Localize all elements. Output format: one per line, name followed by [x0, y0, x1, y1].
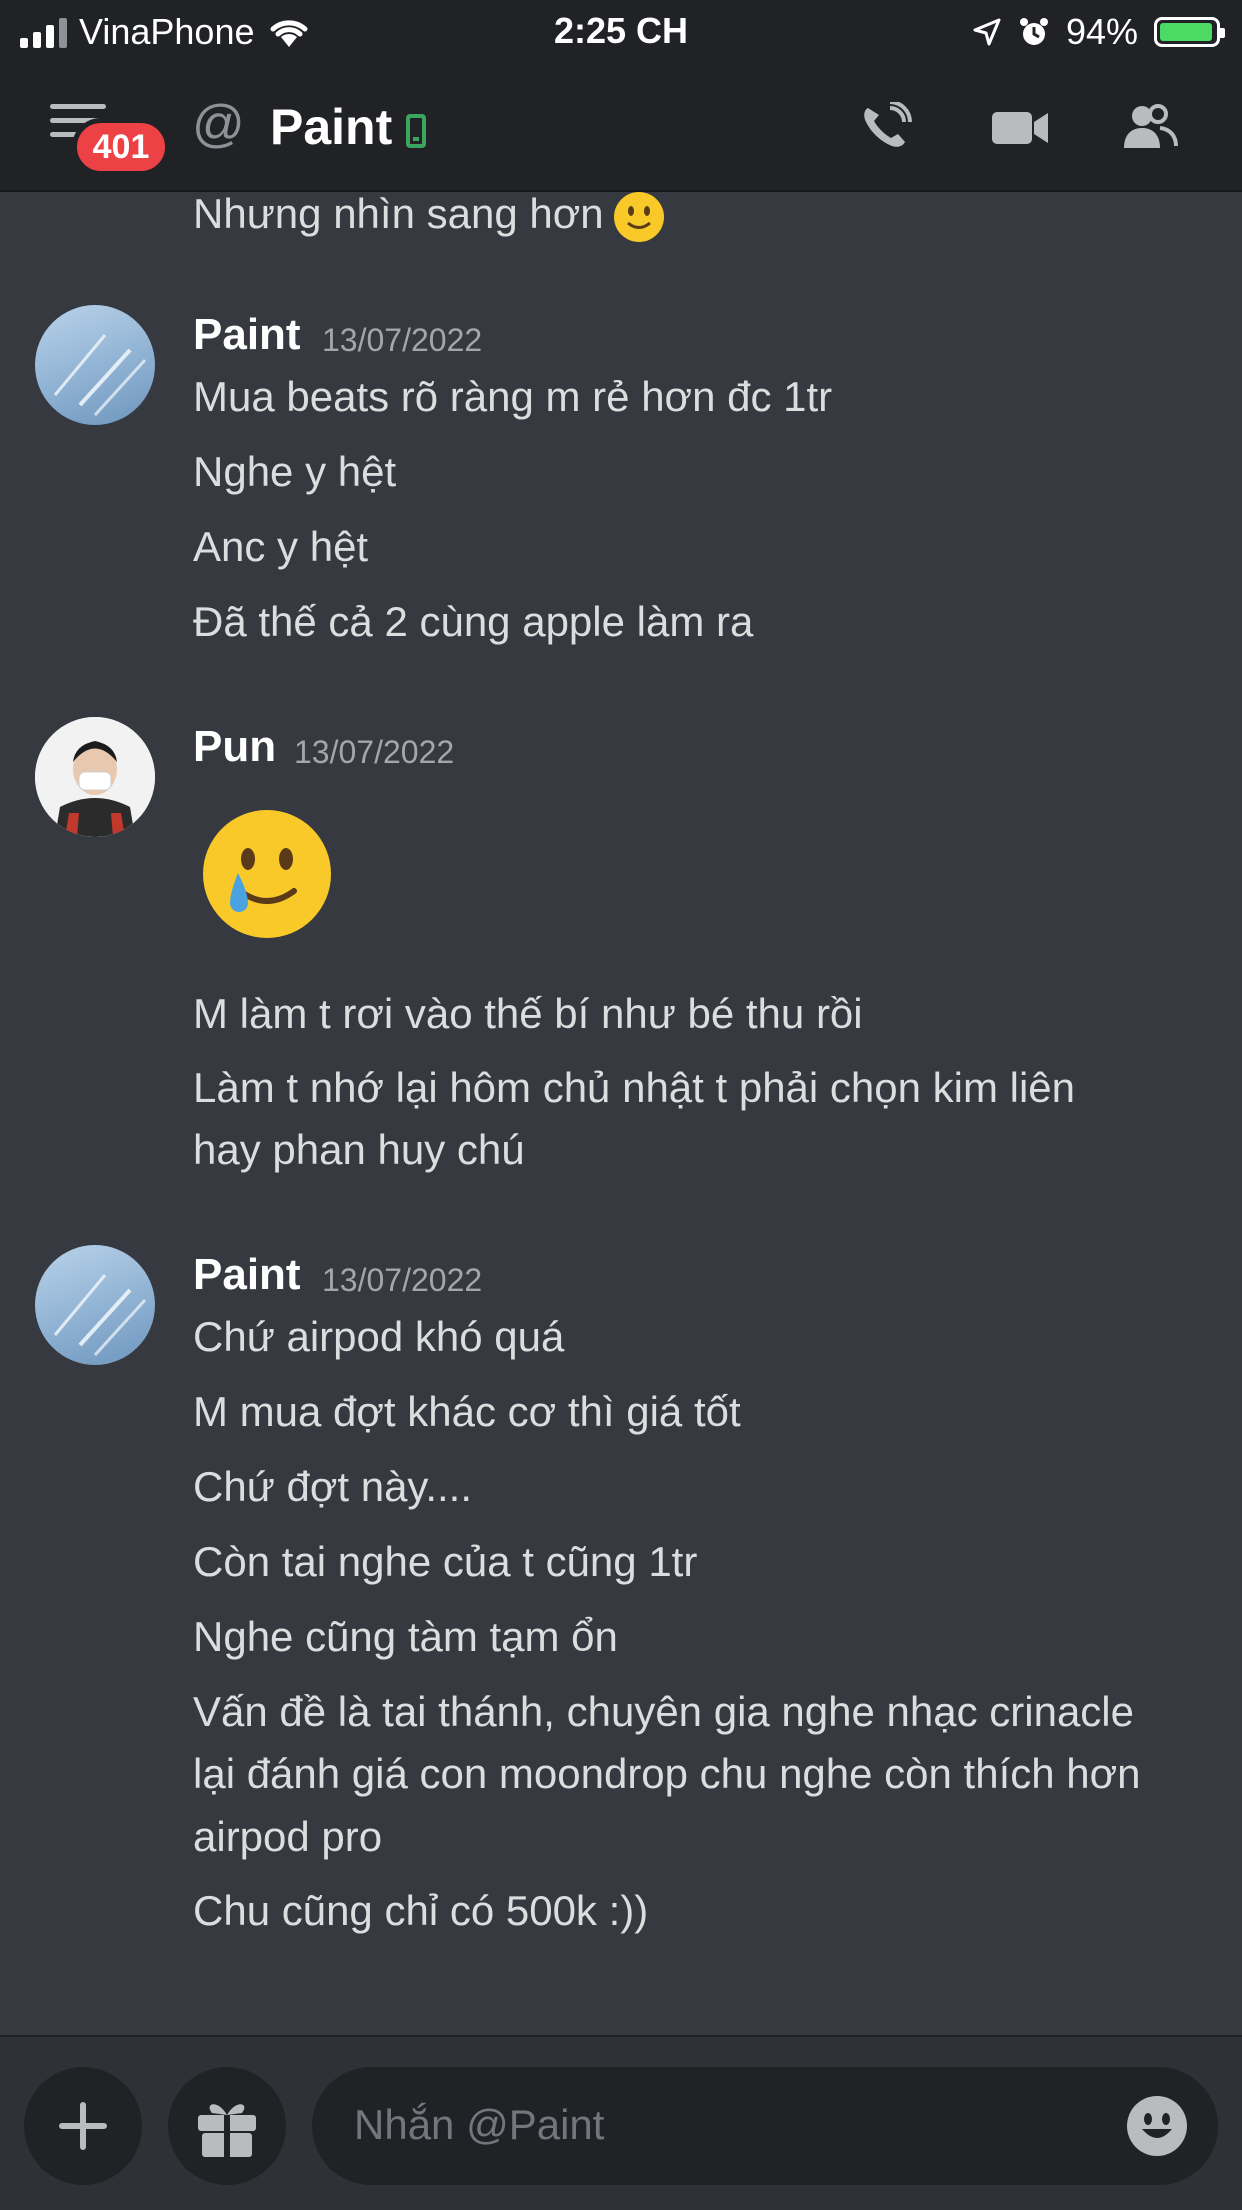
message-composer: Nhắn @Paint — [0, 2035, 1242, 2210]
avatar[interactable] — [35, 305, 155, 425]
message-list[interactable]: Nhưng nhìn sang hơn Paint 13/07/2022 Mua… — [0, 190, 1242, 2035]
avatar[interactable] — [35, 1245, 155, 1365]
message-line: Chu cũng chỉ có 500k :)) — [193, 1887, 649, 1934]
message-line: Làm t nhớ lại hôm chủ nhật t phải chọn k… — [193, 1064, 1076, 1111]
message-timestamp: 13/07/2022 — [322, 322, 483, 358]
plus-icon — [59, 2102, 107, 2150]
location-icon — [973, 18, 1001, 46]
battery-icon — [1154, 17, 1225, 47]
avatar[interactable] — [35, 717, 155, 837]
author-name[interactable]: Paint — [193, 310, 301, 360]
gift-button[interactable] — [168, 2067, 286, 2185]
message-line: lại đánh giá con moondrop chu nghe còn t… — [193, 1750, 1141, 1797]
status-right: 94% — [972, 8, 1225, 56]
smiling-face-with-tear-icon — [203, 810, 331, 938]
mobile-phone-icon — [406, 114, 426, 148]
author-name[interactable]: Pun — [193, 722, 276, 772]
message-timestamp: 13/07/2022 — [322, 1262, 483, 1298]
slight-smile-emoji-icon — [613, 191, 664, 242]
message-line: Chứ đợt này.... — [193, 1463, 472, 1510]
at-icon: @ — [192, 95, 245, 153]
message-line: Đã thế cả 2 cùng apple làm ra — [193, 598, 754, 645]
message-timestamp: 13/07/2022 — [294, 734, 455, 770]
add-attachment-button[interactable] — [24, 2067, 142, 2185]
message-line: Còn tai nghe của t cũng 1tr — [193, 1538, 698, 1585]
unread-badge: 401 — [72, 118, 170, 176]
message-line: Mua beats rõ ràng m rẻ hơn đc 1tr — [193, 373, 833, 420]
gift-icon — [198, 2104, 256, 2157]
status-bar: VinaPhone 2:25 CH 94% — [0, 0, 1242, 64]
message-line: Nghe y hệt — [193, 448, 397, 495]
alarm-icon — [1019, 18, 1048, 45]
message-line: Nhưng nhìn sang hơn — [193, 190, 664, 242]
channel-title: Paint — [270, 99, 393, 155]
battery-percent: 94% — [1065, 11, 1138, 52]
message-line: Vấn đề là tai thánh, chuyên gia nghe nhạ… — [193, 1688, 1135, 1735]
message-line: Chứ airpod khó quá — [193, 1313, 565, 1360]
message-input-placeholder: Nhắn @Paint — [354, 2101, 605, 2148]
channel-header: 401 @ Paint — [0, 64, 1242, 192]
message-line: M làm t rơi vào thế bí như bé thu rồi — [193, 990, 863, 1037]
message-line: M mua đợt khác cơ thì giá tốt — [193, 1388, 741, 1435]
message-line: airpod pro — [193, 1813, 383, 1860]
members-icon[interactable] — [1120, 102, 1180, 152]
message-line: Anc y hệt — [193, 523, 369, 570]
message-input[interactable]: Nhắn @Paint — [312, 2067, 1218, 2185]
author-name[interactable]: Paint — [193, 1250, 301, 1300]
phone-call-icon[interactable] — [858, 102, 918, 152]
video-camera-icon[interactable] — [990, 102, 1050, 152]
emoji-icon[interactable] — [1126, 2095, 1188, 2157]
message-line: hay phan huy chú — [193, 1126, 525, 1173]
message-line: Nghe cũng tàm tạm ổn — [193, 1613, 618, 1660]
